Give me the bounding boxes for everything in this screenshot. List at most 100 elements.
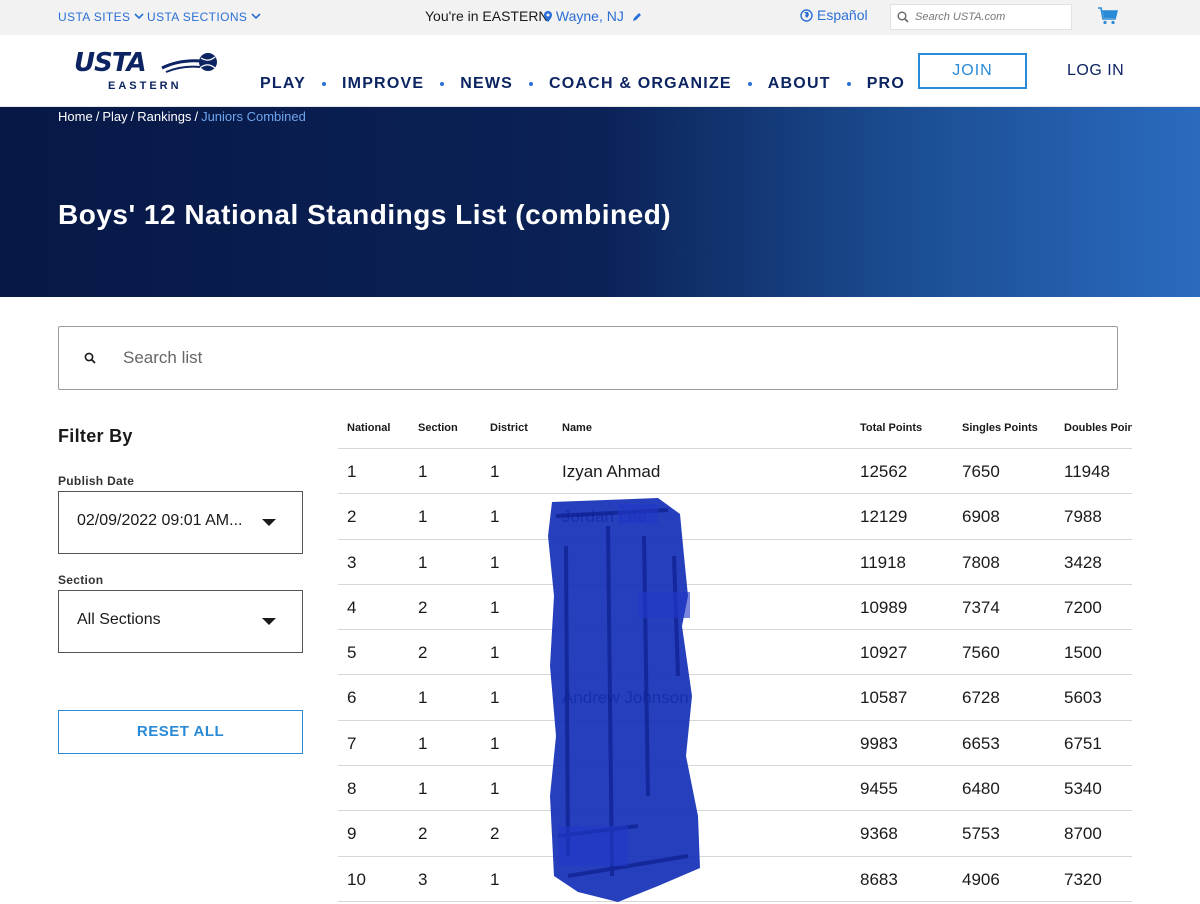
cell-total-points: 10587 (860, 688, 908, 708)
cell-total-points: 12562 (860, 462, 908, 481)
nav-item-pro[interactable]: PRO (867, 75, 905, 93)
search-icon (84, 352, 96, 364)
cell-section: 3 (418, 869, 428, 889)
main-header: USTA EASTERN PLAY IMPROVE NEWS COACH & ORGA… (0, 35, 1200, 107)
location-prefix: You're in EASTERN (425, 8, 549, 24)
cell-section: 2 (418, 824, 428, 844)
cell-national: 6 (347, 688, 357, 708)
nav-item-improve[interactable]: IMPROVE (342, 75, 424, 93)
breadcrumb-home[interactable]: Home (58, 109, 93, 124)
usta-sites-label: USTA SITES (58, 10, 131, 24)
table-row[interactable]: 7 1 1 9983 6653 6751 (338, 721, 1132, 767)
nav-item-about[interactable]: ABOUT (768, 75, 831, 93)
usta-sections-menu[interactable]: USTA SECTIONS (147, 9, 261, 24)
col-header-national[interactable]: National (347, 422, 390, 434)
cell-singles-points: 4906 (962, 869, 1000, 889)
table-row[interactable]: 5 2 1 10927 7560 1500 (338, 630, 1132, 676)
table-row[interactable]: 8 1 1 9455 6480 5340 (338, 766, 1132, 812)
section-select[interactable]: All Sections (58, 590, 303, 653)
cell-singles-points: 7560 (962, 643, 1000, 663)
col-header-singles-points[interactable]: Singles Points (962, 422, 1038, 434)
usta-sections-label: USTA SECTIONS (147, 10, 248, 24)
cell-singles-points: 6728 (962, 688, 1000, 708)
cell-section: 2 (418, 643, 428, 663)
reset-all-button[interactable]: RESET ALL (58, 710, 303, 754)
location-city: Wayne, NJ (555, 8, 624, 24)
table-row[interactable]: 9 2 2 9368 5753 8700 (338, 811, 1132, 857)
table-row[interactable]: 10 3 1 8683 4906 7320 (338, 857, 1132, 902)
location-link[interactable]: Wayne, NJ (544, 8, 642, 24)
table-row[interactable]: 3 1 1 11918 7808 3428 (338, 540, 1132, 585)
nav-separator (322, 82, 327, 86)
cell-singles-points: 5753 (962, 824, 1000, 844)
list-search-input[interactable] (123, 345, 1023, 371)
site-search (890, 4, 1072, 30)
breadcrumb-play[interactable]: Play (102, 109, 127, 124)
nav-item-coach-organize[interactable]: COACH & ORGANIZE (549, 75, 732, 93)
publish-date-select[interactable]: 02/09/2022 09:01 AM... (58, 491, 303, 554)
table-row[interactable]: 211Jordan Lee1212969087988 (338, 494, 1132, 540)
cell-district: 1 (490, 779, 500, 799)
table-row[interactable]: 4 2 1 10989 7374 7200 (338, 585, 1132, 631)
page-title: Boys' 12 National Standings List (combin… (58, 199, 672, 230)
table-row[interactable]: 1 1 1 Izyan Ahmad 12562 7650 11948 (338, 449, 1132, 495)
globe-icon (800, 9, 813, 22)
cell-total-points: 11918 (860, 552, 907, 572)
language-link[interactable]: Español (800, 7, 868, 23)
redaction-scribble (548, 498, 700, 902)
search-icon (897, 11, 909, 23)
logo-subtitle: EASTERN (108, 80, 182, 92)
filter-title: Filter By (58, 426, 133, 446)
utility-bar: USTA SITES USTA SECTIONS You're in EASTE… (0, 0, 1200, 35)
cell-singles-points: 7650 (962, 462, 1000, 481)
cell-total-points: 8683 (860, 869, 898, 889)
usta-logo[interactable]: USTA EASTERN (74, 48, 224, 96)
cell-national: 1 (347, 462, 357, 481)
cell-doubles-points: 7320 (1064, 869, 1102, 889)
table-row[interactable]: 611Andrew Johnson1058767285603 (338, 675, 1132, 721)
nav-item-news[interactable]: NEWS (460, 75, 513, 93)
cell-section: 1 (418, 779, 428, 799)
cell-district: 1 (490, 733, 500, 753)
col-header-section[interactable]: Section (418, 422, 458, 434)
logo-text: USTA (74, 48, 147, 78)
cell-singles-points: 6480 (962, 779, 1000, 799)
cell-total-points: 9983 (860, 733, 898, 753)
cell-section: 1 (418, 552, 428, 572)
cell-doubles-points: 3428 (1064, 552, 1102, 572)
nav-separator (747, 82, 752, 86)
cell-national: 2 (347, 507, 357, 527)
cell-doubles-points: 7988 (1064, 507, 1102, 527)
chevron-down-icon (251, 9, 261, 23)
main-nav: PLAY IMPROVE NEWS COACH & ORGANIZE ABOUT PRO (260, 75, 905, 93)
col-header-doubles-points[interactable]: Doubles Point (1064, 422, 1132, 434)
map-pin-icon (544, 11, 552, 22)
breadcrumb-rankings[interactable]: Rankings (137, 109, 191, 124)
language-label: Español (817, 7, 868, 23)
cell-national: 3 (347, 552, 357, 572)
cell-doubles-points: 11948 (1064, 462, 1111, 481)
breadcrumb-separator: / (130, 109, 135, 124)
cell-section: 2 (418, 597, 428, 617)
breadcrumb-separator: / (95, 109, 100, 124)
breadcrumb-current[interactable]: Juniors Combined (201, 109, 306, 124)
cell-singles-points: 6653 (962, 733, 1000, 753)
cell-name[interactable]: Izyan Ahmad (562, 462, 660, 482)
join-button[interactable]: JOIN (918, 53, 1027, 89)
site-search-input[interactable] (915, 8, 1065, 26)
cell-national: 9 (347, 824, 357, 844)
cell-doubles-points: 5340 (1064, 779, 1102, 799)
login-link[interactable]: LOG IN (1067, 62, 1124, 80)
breadcrumb: Home / Play / Rankings / Juniors Combined (58, 109, 306, 124)
table-header: National Section District Name Total Poi… (338, 407, 1132, 449)
caret-down-icon (262, 618, 276, 625)
nav-item-play[interactable]: PLAY (260, 75, 306, 93)
nav-separator (846, 82, 851, 86)
col-header-name[interactable]: Name (562, 422, 592, 434)
col-header-total-points[interactable]: Total Points (860, 422, 922, 434)
section-value: All Sections (77, 611, 161, 628)
usta-sites-menu[interactable]: USTA SITES (58, 9, 145, 24)
list-search (58, 326, 1118, 390)
cart-icon[interactable] (1098, 7, 1119, 30)
col-header-district[interactable]: District (490, 422, 528, 434)
